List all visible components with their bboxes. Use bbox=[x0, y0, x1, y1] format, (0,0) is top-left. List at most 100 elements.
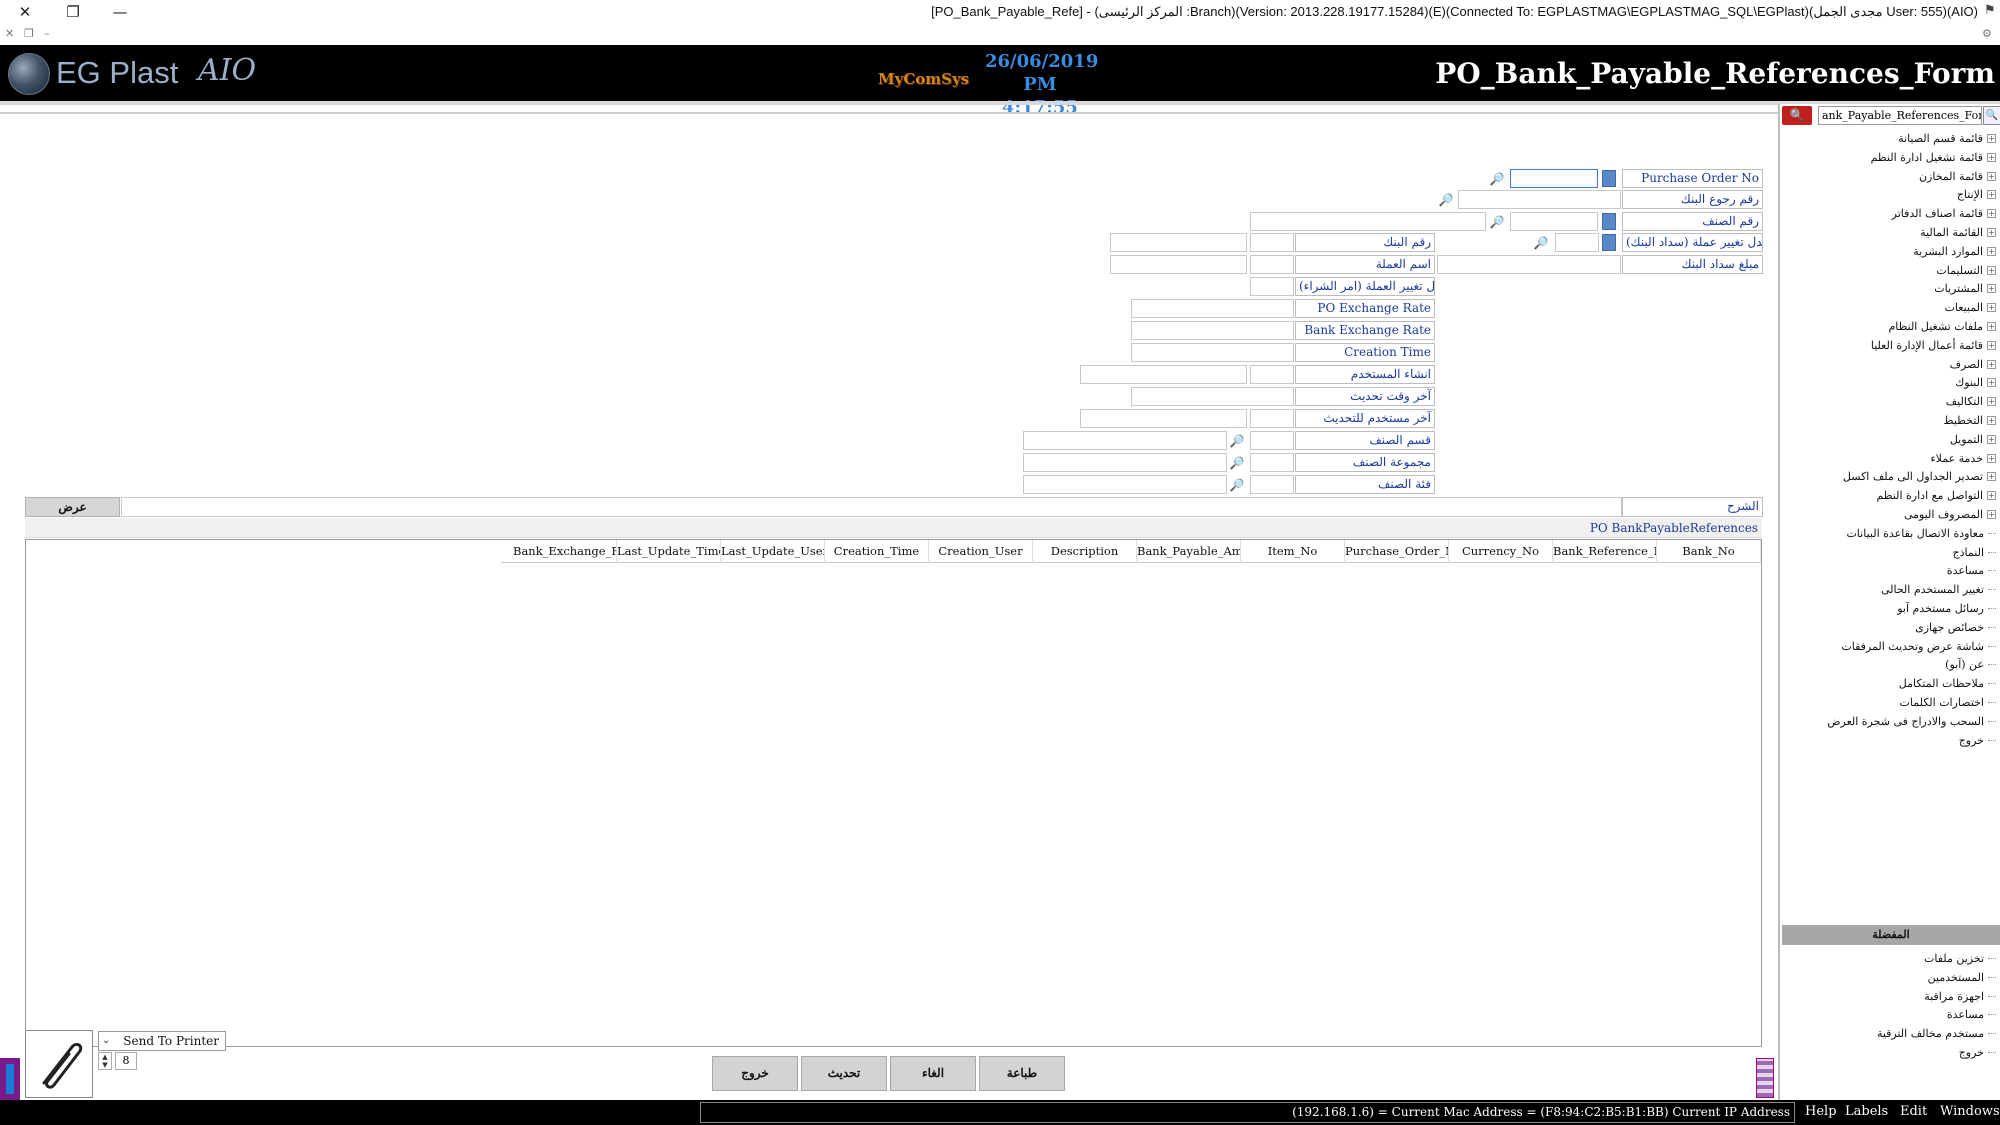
mdi-close-icon[interactable]: ✕ bbox=[5, 27, 14, 40]
send-to-printer-select[interactable]: ⌄ Send To Printer bbox=[98, 1031, 226, 1051]
column-header[interactable]: Creation_User bbox=[929, 540, 1033, 563]
menu-item[interactable]: + التخطيط bbox=[1943, 411, 1996, 430]
menu-item[interactable]: + القائمة المالية bbox=[1920, 223, 1996, 242]
search-icon[interactable]: 🔍 bbox=[1983, 106, 2000, 125]
close-icon[interactable]: ✕ bbox=[12, 2, 38, 22]
mdi-minimize-icon[interactable]: – bbox=[44, 27, 50, 40]
bank-name-input[interactable] bbox=[1110, 233, 1247, 252]
item-category-lookup-icon[interactable]: 🔎 bbox=[1228, 476, 1246, 494]
favorite-item[interactable]: اجهزة مراقبة bbox=[1924, 987, 1996, 1006]
column-header[interactable]: Description bbox=[1033, 540, 1137, 563]
tool-strip-icon[interactable] bbox=[1756, 1058, 1774, 1098]
bank-payment-amount-input[interactable] bbox=[1437, 255, 1621, 274]
search-button[interactable]: 🔍 bbox=[1782, 106, 1812, 125]
creation-user-name-input[interactable] bbox=[1080, 365, 1247, 384]
bank-exchange-rate-input[interactable] bbox=[1131, 321, 1294, 340]
menu-item[interactable]: + الموارد البشرية bbox=[1913, 242, 1996, 261]
item-category-name-input[interactable] bbox=[1023, 475, 1227, 494]
po-picker-icon[interactable] bbox=[1602, 170, 1616, 187]
item-no-input[interactable] bbox=[1510, 212, 1598, 231]
bank-currency-rate-input[interactable] bbox=[1555, 233, 1599, 252]
column-header[interactable]: Currency_No bbox=[1449, 540, 1553, 563]
creation-time-input[interactable] bbox=[1131, 343, 1294, 362]
bank-currency-picker-icon[interactable] bbox=[1602, 234, 1616, 251]
menu-item[interactable]: + المبيعات bbox=[1945, 298, 1996, 317]
menu-item[interactable]: اختصارات الكلمات bbox=[1900, 693, 1996, 712]
favorite-item[interactable]: مساعدة bbox=[1947, 1005, 1996, 1024]
restore-icon[interactable]: ❐ bbox=[60, 2, 86, 22]
data-grid[interactable]: Bank_NoBank_Reference_NoCurrency_NoPurch… bbox=[25, 539, 1762, 1047]
bank-no-input[interactable] bbox=[1250, 233, 1294, 252]
settings-icon[interactable]: ⚙ bbox=[1982, 27, 1992, 40]
bank-return-lookup-icon[interactable]: 🔎 bbox=[1437, 191, 1455, 209]
item-category-id-input[interactable] bbox=[1250, 475, 1294, 494]
item-group-lookup-icon[interactable]: 🔎 bbox=[1228, 454, 1246, 472]
menu-item[interactable]: ملاحظات المتكامل bbox=[1899, 674, 1996, 693]
menu-labels[interactable]: Labels bbox=[1845, 1104, 1888, 1119]
menu-item[interactable]: + المصروف اليومى bbox=[1904, 505, 1996, 524]
item-section-id-input[interactable] bbox=[1250, 431, 1294, 450]
exit-button[interactable]: خروج bbox=[712, 1056, 798, 1091]
column-header[interactable]: Bank_Exchange_Rate_ bbox=[513, 540, 617, 563]
column-header[interactable]: Purchase_Order_No bbox=[1345, 540, 1449, 563]
last-update-time-input[interactable] bbox=[1131, 387, 1294, 406]
menu-help[interactable]: Help bbox=[1805, 1104, 1837, 1119]
menu-item[interactable]: خروج bbox=[1959, 731, 1996, 750]
menu-item[interactable]: + التمويل bbox=[1950, 430, 1996, 449]
menu-item[interactable]: مساعدة bbox=[1947, 561, 1996, 580]
favorite-item[interactable]: مستخدم مخالف الترقية bbox=[1877, 1024, 1996, 1043]
bank-return-no-input[interactable] bbox=[1458, 190, 1621, 209]
menu-item[interactable]: + الصرف bbox=[1950, 355, 1996, 374]
copies-stepper[interactable]: ▲ ▼ bbox=[98, 1052, 112, 1070]
menu-item[interactable]: النماذج bbox=[1953, 543, 1996, 562]
menu-item[interactable]: + قائمة تشغيل ادارة النظم bbox=[1871, 148, 1996, 167]
menu-item[interactable]: + قائمة أعمال الإدارة العليا bbox=[1871, 336, 1996, 355]
column-header[interactable]: Last_Update_User bbox=[721, 540, 825, 563]
po-lookup-icon[interactable]: 🔎 bbox=[1488, 170, 1506, 188]
item-picker-icon[interactable] bbox=[1602, 213, 1616, 230]
purchase-order-no-input[interactable] bbox=[1510, 169, 1598, 188]
menu-item[interactable]: + خدمة عملاء bbox=[1930, 449, 1996, 468]
menu-item[interactable]: + تصدير الجداول الى ملف اكسل bbox=[1843, 467, 1996, 486]
menu-item[interactable]: + ملفات تشغيل النظام bbox=[1888, 317, 1996, 336]
refresh-button[interactable]: تحديث bbox=[801, 1056, 887, 1091]
description-input[interactable] bbox=[121, 497, 1622, 517]
menu-item[interactable]: خصائص جهازى bbox=[1915, 618, 1996, 637]
column-header[interactable]: Bank_Payable_Amount bbox=[1137, 540, 1241, 563]
menu-item[interactable]: + المشتريات bbox=[1934, 279, 1996, 298]
last-update-user-name-input[interactable] bbox=[1080, 409, 1247, 428]
menu-item[interactable]: رسائل مستخدم آبو bbox=[1897, 599, 1996, 618]
menu-item[interactable]: تغيير المستخدم الحالى bbox=[1881, 580, 1996, 599]
item-name-input[interactable] bbox=[1250, 212, 1486, 231]
last-update-user-id-input[interactable] bbox=[1250, 409, 1294, 428]
menu-item[interactable]: + قائمة المخازن bbox=[1919, 167, 1996, 186]
menu-item[interactable]: عن (آبو) bbox=[1945, 655, 1996, 674]
menu-item[interactable]: معاودة الاتصال بقاعدة البيانات bbox=[1846, 524, 1996, 543]
column-header[interactable]: Creation_Time bbox=[825, 540, 929, 563]
item-group-name-input[interactable] bbox=[1023, 453, 1227, 472]
menu-item[interactable]: شاشة عرض وتحديث المرفقات bbox=[1841, 637, 1996, 656]
show-button[interactable]: عرض bbox=[25, 497, 120, 517]
menu-item[interactable]: + البنوك bbox=[1955, 373, 1996, 392]
column-header[interactable]: Bank_No bbox=[1657, 540, 1761, 563]
minimize-icon[interactable]: — bbox=[107, 2, 133, 22]
menu-edit[interactable]: Edit bbox=[1900, 1104, 1927, 1119]
menu-item[interactable]: + التكاليف bbox=[1946, 392, 1996, 411]
currency-no-input[interactable] bbox=[1250, 255, 1294, 274]
favorite-item[interactable]: تخزين ملفات bbox=[1924, 949, 1996, 968]
copies-input[interactable]: 8 bbox=[115, 1052, 137, 1070]
column-header[interactable]: Bank_Reference_No bbox=[1553, 540, 1657, 563]
menu-item[interactable]: + التسليمات bbox=[1936, 261, 1996, 280]
item-section-lookup-icon[interactable]: 🔎 bbox=[1228, 432, 1246, 450]
item-lookup-icon[interactable]: 🔎 bbox=[1488, 213, 1506, 231]
currency-name-input[interactable] bbox=[1110, 255, 1247, 274]
menu-item[interactable]: + التواصل مع ادارة النظم bbox=[1876, 486, 1996, 505]
cancel-button[interactable]: الغاء bbox=[890, 1056, 976, 1091]
menu-windows[interactable]: Windows bbox=[1940, 1104, 2000, 1119]
item-group-id-input[interactable] bbox=[1250, 453, 1294, 472]
column-header[interactable]: Last_Update_Time bbox=[617, 540, 721, 563]
menu-item[interactable]: + قائمة اصناف الدفاتر bbox=[1892, 204, 1996, 223]
mdi-restore-icon[interactable]: ❐ bbox=[24, 27, 34, 40]
creation-user-id-input[interactable] bbox=[1250, 365, 1294, 384]
print-button[interactable]: طباعة bbox=[979, 1056, 1065, 1091]
